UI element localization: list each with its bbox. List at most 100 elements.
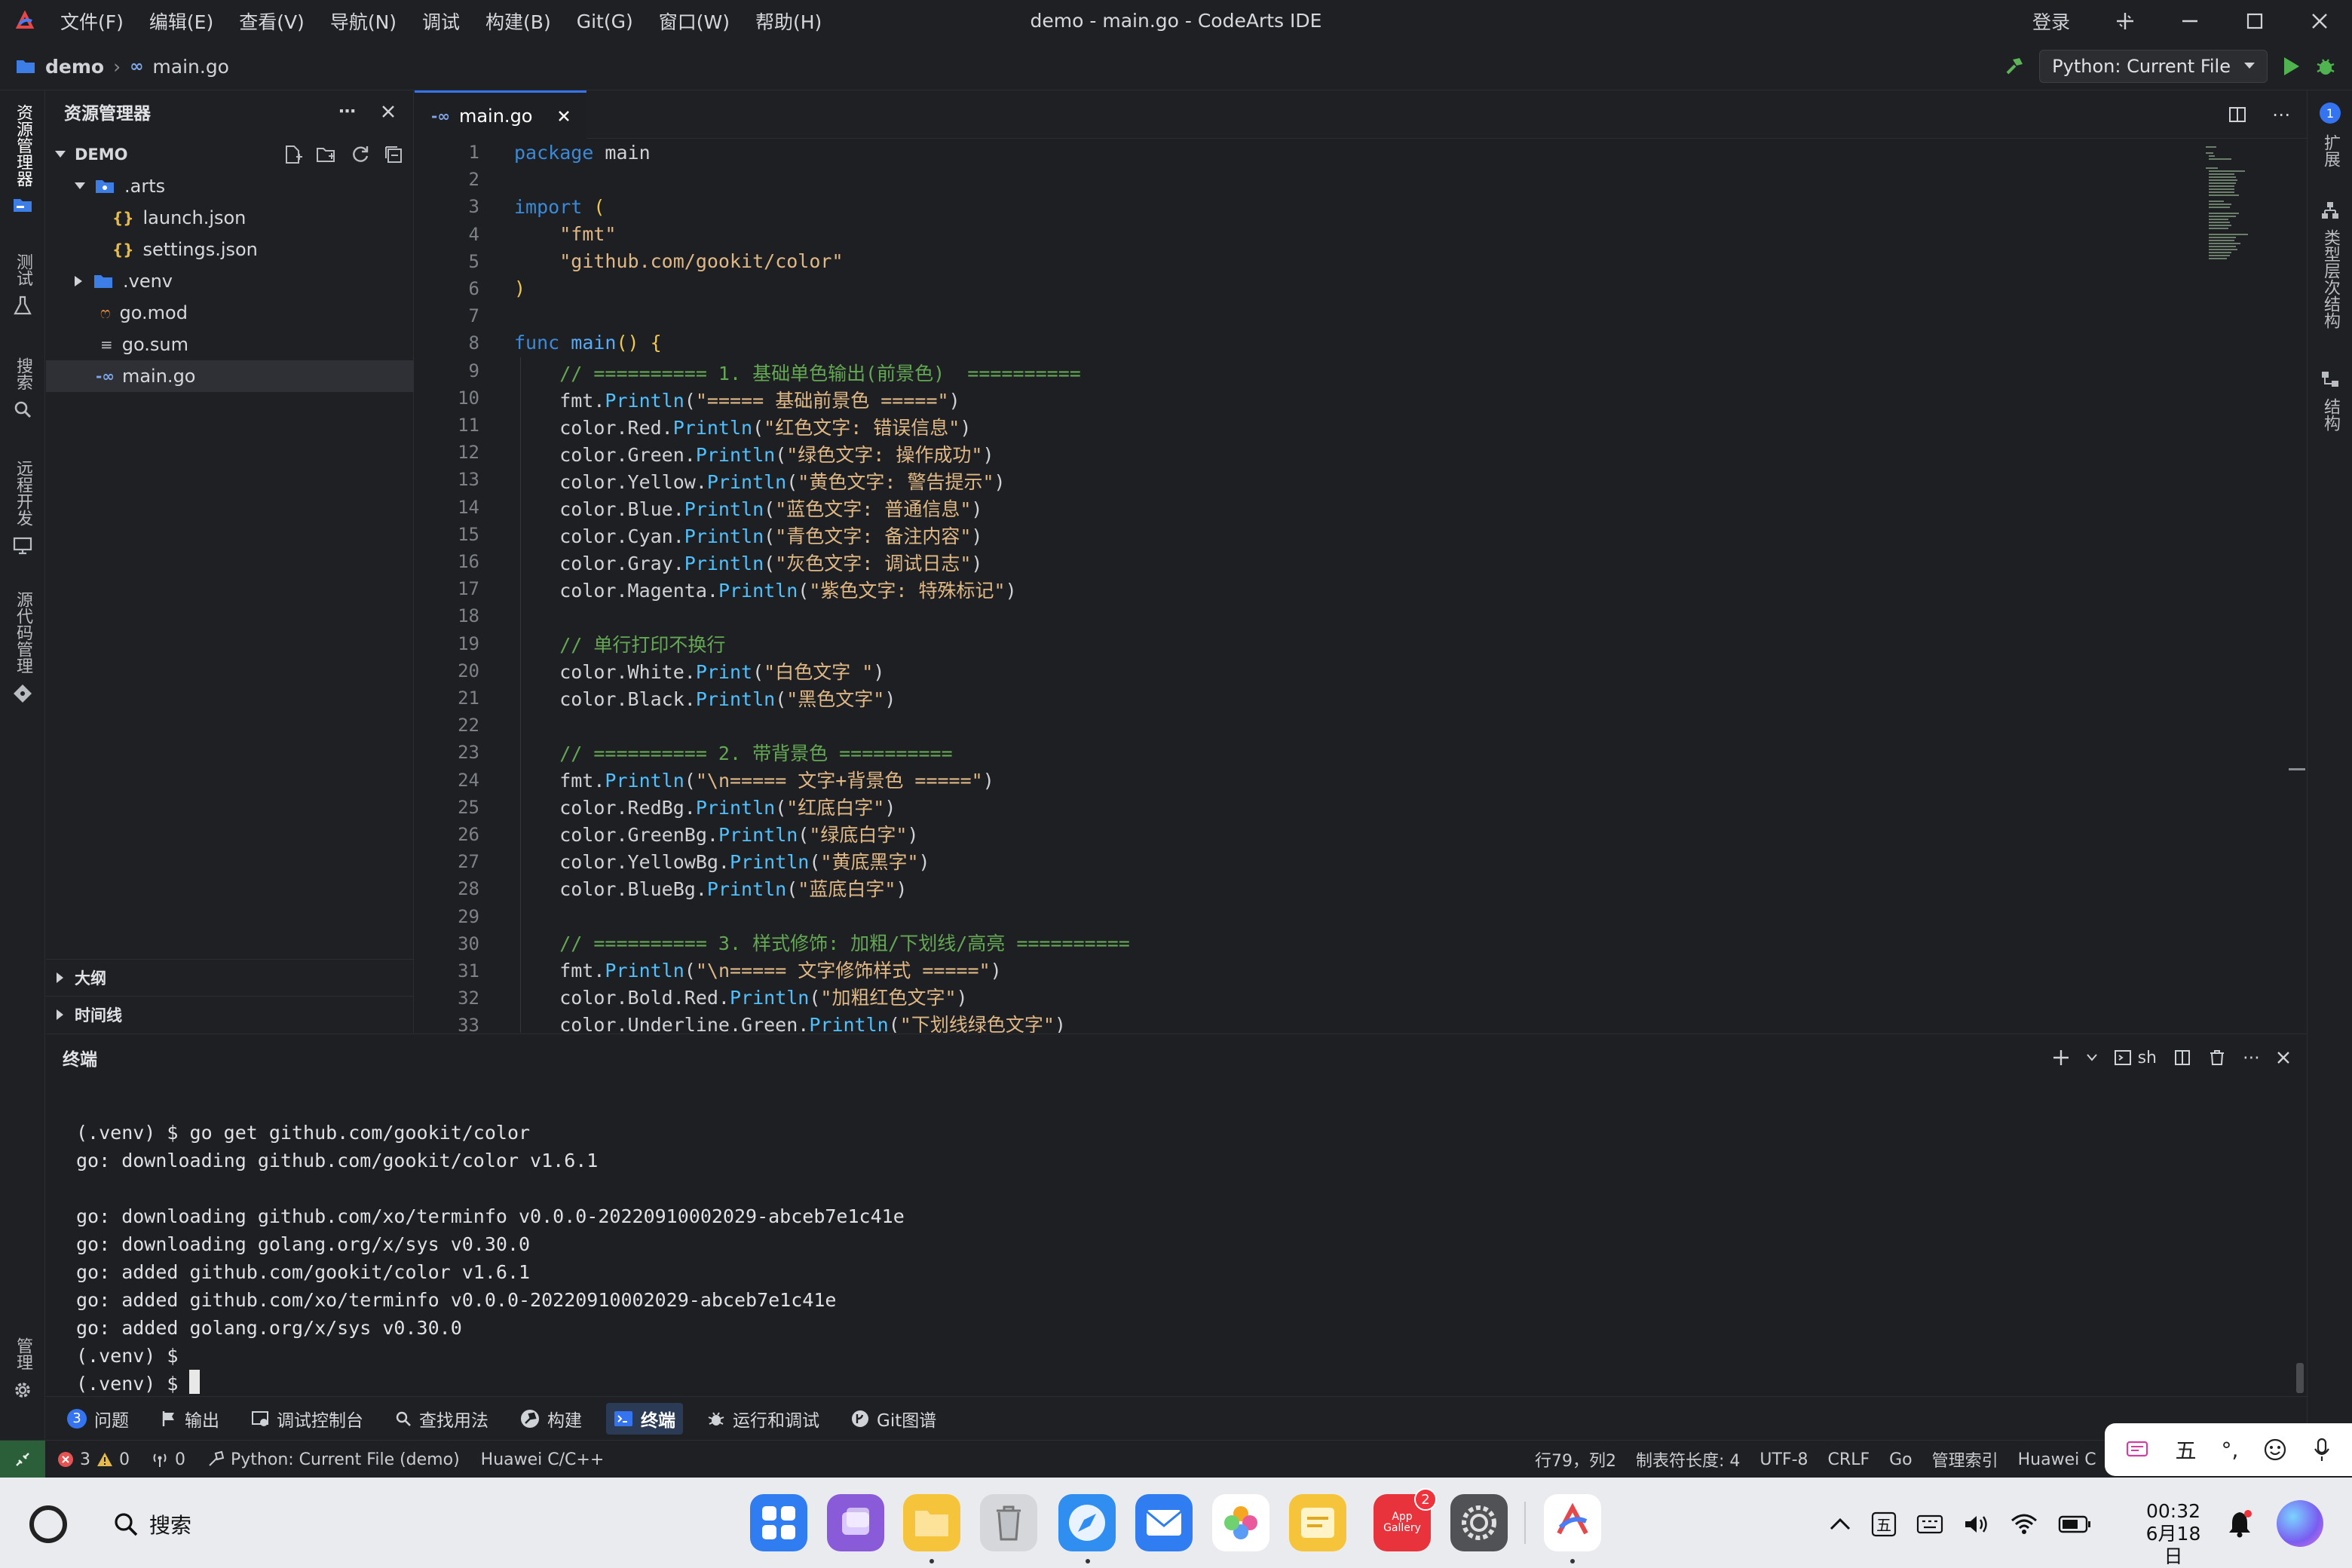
menu-view[interactable]: 查看(V) bbox=[239, 8, 305, 35]
timeline-section[interactable]: 时间线 bbox=[46, 996, 414, 1032]
shell-select[interactable]: sh bbox=[2114, 1049, 2157, 1067]
refresh-icon[interactable] bbox=[351, 145, 370, 164]
notification-bell-icon[interactable] bbox=[2227, 1509, 2252, 1538]
new-folder-icon[interactable] bbox=[316, 145, 337, 164]
huawei-status[interactable]: Huawei C bbox=[2018, 1441, 2096, 1478]
app-launcher-icon[interactable] bbox=[750, 1494, 807, 1551]
problems-status[interactable]: 3 0 bbox=[57, 1441, 130, 1478]
split-editor-icon[interactable] bbox=[2228, 106, 2246, 124]
run-config-select[interactable]: Python: Current File bbox=[2039, 50, 2268, 83]
ime-punctuation[interactable]: °, bbox=[2222, 1438, 2239, 1462]
tab-output[interactable]: 输出 bbox=[153, 1403, 227, 1435]
tab-problems[interactable]: 3 问题 bbox=[60, 1403, 136, 1435]
remote-status-button[interactable] bbox=[0, 1441, 45, 1478]
ports-status[interactable]: 0 bbox=[151, 1441, 185, 1478]
menu-edit[interactable]: 编辑(E) bbox=[149, 8, 213, 35]
activity-structure[interactable]: 结构 bbox=[2314, 369, 2347, 431]
explorer-root[interactable]: DEMO bbox=[46, 139, 414, 170]
codearts-app-icon[interactable] bbox=[1544, 1494, 1601, 1551]
tree-item-go-mod[interactable]: ෆ go.mod bbox=[46, 297, 414, 329]
tree-item-launch-json[interactable]: {} launch.json bbox=[46, 202, 414, 234]
activity-remote[interactable]: 远程开发 bbox=[6, 460, 39, 556]
tab-debug-console[interactable]: 调试控制台 bbox=[243, 1403, 371, 1435]
close-button[interactable] bbox=[2287, 0, 2352, 42]
layout-icon[interactable] bbox=[2093, 0, 2158, 42]
activity-manage[interactable]: 管理 bbox=[6, 1337, 39, 1401]
ime-mode[interactable]: 五 bbox=[2176, 1435, 2197, 1465]
menu-navigate[interactable]: 导航(N) bbox=[330, 8, 397, 35]
breadcrumb-project[interactable]: demo bbox=[45, 56, 104, 78]
start-button[interactable] bbox=[27, 1503, 69, 1545]
add-terminal-icon[interactable] bbox=[2052, 1049, 2070, 1067]
battery-icon[interactable] bbox=[2058, 1514, 2091, 1534]
login-link[interactable]: 登录 bbox=[2032, 8, 2070, 35]
menu-git[interactable]: Git(G) bbox=[577, 11, 633, 32]
more-actions-icon[interactable]: ⋯ bbox=[2272, 104, 2290, 125]
menu-help[interactable]: 帮助(H) bbox=[755, 8, 822, 35]
activity-search[interactable]: 搜索 bbox=[6, 357, 39, 419]
plugin-status[interactable]: Huawei C/C++ bbox=[481, 1441, 605, 1478]
ime-logo-icon[interactable] bbox=[2125, 1438, 2151, 1461]
close-icon[interactable] bbox=[2277, 1051, 2290, 1064]
new-file-icon[interactable] bbox=[283, 145, 302, 164]
file-manager-icon[interactable] bbox=[903, 1494, 960, 1551]
activity-hierarchy[interactable]: 类型层次结构 bbox=[2314, 201, 2347, 329]
close-icon[interactable] bbox=[381, 105, 395, 118]
more-actions-icon[interactable]: ⋯ bbox=[2243, 1048, 2260, 1067]
manage-index[interactable]: 管理索引 bbox=[1932, 1441, 1998, 1478]
volume-icon[interactable] bbox=[1963, 1513, 1990, 1536]
encoding[interactable]: UTF-8 bbox=[1759, 1441, 1808, 1478]
wifi-icon[interactable] bbox=[2010, 1513, 2038, 1536]
browser-icon[interactable] bbox=[1058, 1494, 1116, 1551]
tree-item-settings-json[interactable]: {} settings.json bbox=[46, 234, 414, 265]
more-actions-icon[interactable]: ⋯ bbox=[338, 102, 356, 121]
tree-item-main-go[interactable]: -∞ main.go bbox=[46, 360, 414, 392]
menu-file[interactable]: 文件(F) bbox=[60, 8, 124, 35]
tree-item-venv[interactable]: .venv bbox=[46, 265, 414, 297]
assistant-orb-icon[interactable] bbox=[2277, 1500, 2323, 1547]
emoji-icon[interactable] bbox=[2263, 1438, 2287, 1462]
collapse-all-icon[interactable] bbox=[384, 145, 403, 164]
trash-app-icon[interactable] bbox=[980, 1494, 1037, 1551]
settings-app-icon[interactable] bbox=[1450, 1494, 1508, 1551]
split-terminal-icon[interactable] bbox=[2173, 1049, 2191, 1067]
menu-build[interactable]: 构建(B) bbox=[485, 8, 551, 35]
mail-icon[interactable] bbox=[1135, 1494, 1193, 1551]
activity-scm[interactable]: 源代码管理 bbox=[6, 591, 39, 704]
line-ending[interactable]: CRLF bbox=[1828, 1441, 1870, 1478]
breadcrumb-file[interactable]: main.go bbox=[152, 56, 229, 78]
menu-debug[interactable]: 调试 bbox=[422, 8, 460, 35]
language-mode[interactable]: Go bbox=[1889, 1441, 1913, 1478]
activity-explorer[interactable]: 资源管理器 bbox=[6, 104, 39, 214]
cursor-position[interactable]: 行79，列2 bbox=[1535, 1441, 1616, 1478]
tree-item-arts[interactable]: .arts bbox=[46, 170, 414, 202]
photos-icon[interactable] bbox=[1212, 1494, 1269, 1551]
multitask-icon[interactable] bbox=[827, 1494, 884, 1551]
chevron-up-icon[interactable] bbox=[1829, 1517, 1851, 1532]
keyboard-icon[interactable] bbox=[1916, 1513, 1943, 1536]
tab-size[interactable]: 制表符长度: 4 bbox=[1636, 1441, 1740, 1478]
tree-item-go-sum[interactable]: ≡ go.sum bbox=[46, 329, 414, 360]
close-icon[interactable] bbox=[558, 110, 570, 122]
outline-section[interactable]: 大纲 bbox=[46, 959, 414, 995]
menu-window[interactable]: 窗口(W) bbox=[659, 8, 730, 35]
activity-extensions[interactable]: 1 扩展 bbox=[2314, 101, 2347, 167]
tab-run-debug[interactable]: 运行和调试 bbox=[700, 1403, 827, 1435]
microphone-icon[interactable] bbox=[2312, 1437, 2332, 1462]
minimize-button[interactable] bbox=[2158, 0, 2222, 42]
tab-find-usages[interactable]: 查找用法 bbox=[387, 1403, 496, 1435]
code-editor[interactable]: 1 2 3 4 5 6 7 8 9 10 11 12 13 14 15 16 17 18 19 20 21 22 23 24 2… bbox=[415, 139, 2307, 1033]
taskbar-search[interactable]: 搜索 bbox=[113, 1506, 191, 1542]
chevron-down-icon[interactable] bbox=[2086, 1054, 2097, 1061]
minimap[interactable] bbox=[2204, 145, 2257, 265]
hammer-icon[interactable] bbox=[2003, 55, 2026, 78]
terminal-scrollbar[interactable] bbox=[2296, 1363, 2304, 1393]
trash-icon[interactable] bbox=[2208, 1049, 2226, 1067]
tab-build[interactable]: 构建 bbox=[513, 1403, 590, 1435]
tab-terminal[interactable]: 终端 bbox=[606, 1402, 683, 1435]
debug-icon[interactable] bbox=[2314, 55, 2337, 78]
clock[interactable]: 00:32 6月18日 bbox=[2139, 1500, 2207, 1568]
tab-main-go[interactable]: -∞ main.go bbox=[415, 90, 586, 139]
maximize-button[interactable] bbox=[2222, 0, 2287, 42]
activity-test[interactable]: 测试 bbox=[6, 253, 39, 317]
